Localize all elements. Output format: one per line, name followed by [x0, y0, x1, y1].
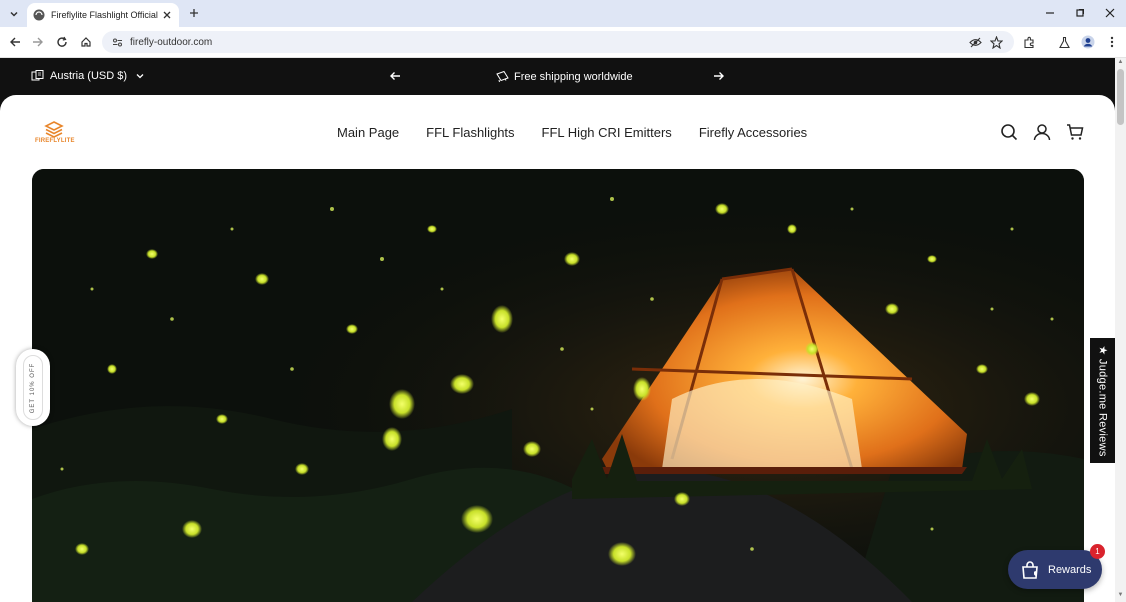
- page-viewport: Austria (USD $) Free shipping worldwide …: [0, 58, 1115, 602]
- hero-tent-fireflies-illustration: [32, 169, 1084, 602]
- judgeme-reviews-tab[interactable]: ★ Judge.me Reviews: [1090, 338, 1115, 463]
- country-selector[interactable]: Austria (USD $): [31, 69, 145, 82]
- nav-main-page[interactable]: Main Page: [337, 125, 399, 140]
- hero-banner-image[interactable]: [32, 169, 1084, 602]
- announcement-next-arrow-icon[interactable]: [713, 70, 725, 82]
- announcement-text: Free shipping worldwide: [514, 70, 633, 83]
- announcement-message: Free shipping worldwide: [496, 70, 633, 83]
- storefront: FIREFLYLITE Main Page FFL Flashlights FF…: [0, 95, 1115, 602]
- forward-icon[interactable]: [30, 34, 46, 50]
- logo-cube-icon: [44, 121, 64, 138]
- labs-flask-icon[interactable]: [1056, 34, 1072, 50]
- restore-icon[interactable]: [1072, 5, 1088, 21]
- nav-ffl-high-cri-emitters[interactable]: FFL High CRI Emitters: [542, 125, 672, 140]
- rewards-launcher-button[interactable]: Rewards: [1008, 550, 1102, 589]
- tab-title: Fireflylite Flashlight Official Store: [51, 10, 159, 20]
- site-info-icon[interactable]: [110, 35, 124, 49]
- discount-tab-inner: GET 10% OFF: [23, 355, 43, 420]
- shipping-icon: [496, 70, 509, 83]
- tab-search-chevron-icon[interactable]: [6, 6, 22, 22]
- country-label: Austria (USD $): [50, 69, 128, 82]
- favicon-icon: [33, 9, 45, 21]
- reviews-tab-label: ★ Judge.me Reviews: [1096, 344, 1108, 457]
- browser-tab[interactable]: Fireflylite Flashlight Official Store: [27, 3, 179, 27]
- profile-avatar-icon[interactable]: [1080, 34, 1096, 50]
- nav-firefly-accessories[interactable]: Firefly Accessories: [699, 125, 807, 140]
- chevron-down-icon: [136, 73, 144, 78]
- nav-ffl-flashlights[interactable]: FFL Flashlights: [426, 125, 514, 140]
- extensions-icon[interactable]: [1021, 34, 1037, 50]
- currency-icon: [31, 70, 44, 81]
- new-tab-button[interactable]: [186, 5, 202, 21]
- account-icon[interactable]: [1033, 123, 1051, 141]
- bookmark-star-icon[interactable]: [989, 35, 1003, 49]
- rewards-label: Rewards: [1048, 563, 1092, 576]
- browser-toolbar: firefly-outdoor.com: [0, 27, 1126, 58]
- announcement-prev-arrow-icon[interactable]: [389, 70, 401, 82]
- page-scrollbar[interactable]: ▲ ▼: [1115, 58, 1126, 602]
- scroll-up-icon[interactable]: ▲: [1117, 59, 1124, 66]
- tab-close-icon[interactable]: [161, 9, 173, 21]
- discount-popup-tab[interactable]: GET 10% OFF: [16, 349, 50, 426]
- address-bar[interactable]: firefly-outdoor.com: [102, 31, 1014, 53]
- announcement-bar: Austria (USD $) Free shipping worldwide: [0, 58, 1115, 95]
- home-icon[interactable]: [78, 34, 94, 50]
- reload-icon[interactable]: [54, 34, 70, 50]
- site-logo[interactable]: FIREFLYLITE: [35, 121, 75, 145]
- main-navigation: Main Page FFL Flashlights FFL High CRI E…: [337, 125, 807, 140]
- logo-wordmark: FIREFLYLITE: [35, 138, 75, 144]
- back-icon[interactable]: [7, 34, 23, 50]
- minimize-icon[interactable]: [1042, 5, 1058, 21]
- scroll-down-icon[interactable]: ▼: [1117, 592, 1124, 599]
- browser-tab-bar: Fireflylite Flashlight Official Store: [0, 0, 1126, 27]
- shopping-bag-heart-icon: [1022, 560, 1038, 579]
- search-icon[interactable]: [1000, 123, 1018, 141]
- discount-tab-label: GET 10% OFF: [30, 362, 36, 413]
- url-text: firefly-outdoor.com: [130, 36, 213, 48]
- cart-icon[interactable]: [1066, 123, 1084, 141]
- rewards-notification-badge: 1: [1090, 544, 1105, 559]
- close-window-icon[interactable]: [1102, 5, 1118, 21]
- browser-menu-icon[interactable]: [1104, 34, 1120, 50]
- eye-off-icon[interactable]: [968, 35, 982, 49]
- scrollbar-thumb[interactable]: [1117, 69, 1124, 125]
